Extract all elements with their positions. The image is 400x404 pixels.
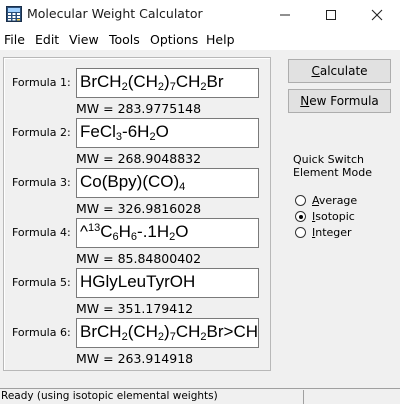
status-text: Ready (using isotopic elemental weights) [1, 390, 218, 402]
formula-5-value: HGlyLeuTyrOH [80, 272, 196, 291]
formula-5-input[interactable]: HGlyLeuTyrOH [76, 268, 259, 298]
new-formula-label: ew Formula [309, 94, 379, 108]
formula-6-label: Formula 6: [12, 326, 71, 339]
title-bar: Molecular Weight Calculator [0, 0, 400, 30]
formula-2-label: Formula 2: [12, 126, 71, 139]
menu-view[interactable]: View [69, 32, 99, 47]
menu-bar: File Edit View Tools Options Help [0, 30, 400, 50]
formula-5-mw: MW = 351.179412 [76, 301, 194, 316]
window-title: Molecular Weight Calculator [27, 6, 203, 21]
close-icon [371, 9, 383, 21]
formula-1-mw: MW = 283.9775148 [76, 101, 202, 116]
menu-edit[interactable]: Edit [35, 32, 59, 47]
formula-3-mw: MW = 326.9816028 [76, 201, 202, 216]
formula-1-input[interactable]: BrCH2(CH2)7CH2Br [76, 68, 259, 98]
formula-3-label: Formula 3: [12, 176, 71, 189]
quick-switch-heading-line1: Quick Switch [293, 153, 364, 166]
minimize-icon [280, 14, 290, 16]
formula-1-value: BrCH2(CH2)7CH2Br [80, 72, 224, 93]
menu-help[interactable]: Help [206, 32, 235, 47]
formula-2-value: FeCl3-6H2O [80, 122, 169, 143]
radio-integer-label: Integer [312, 226, 352, 239]
formula-2-mw: MW = 268.9048832 [76, 151, 202, 166]
menu-file[interactable]: File [4, 32, 25, 47]
minimize-button[interactable] [262, 0, 308, 30]
menu-options[interactable]: Options [150, 32, 198, 47]
formula-1-label: Formula 1: [12, 76, 71, 89]
maximize-button[interactable] [308, 0, 354, 30]
formula-2-input[interactable]: FeCl3-6H2O [76, 118, 259, 148]
new-formula-mnemonic: N [300, 94, 310, 108]
formula-6-input[interactable]: BrCH2(CH2)7CH2Br>CH8 [76, 318, 259, 348]
calculate-mnemonic: C [311, 64, 320, 78]
radio-isotopic-circle[interactable] [295, 211, 306, 222]
close-button[interactable] [354, 0, 400, 30]
status-bar: Ready (using isotopic elemental weights) [0, 388, 400, 404]
status-panel: Ready (using isotopic elemental weights) [0, 390, 304, 404]
maximize-icon [326, 10, 336, 20]
menu-tools[interactable]: Tools [109, 32, 140, 47]
radio-average-label: Average [312, 194, 358, 207]
formula-6-value: BrCH2(CH2)7CH2Br>CH8 [80, 322, 258, 343]
formula-5-label: Formula 5: [12, 276, 71, 289]
new-formula-button[interactable]: New Formula [288, 89, 391, 113]
formula-4-value: ^13C6H6-.1H2O [80, 222, 189, 243]
calculate-button[interactable]: Calculate [288, 59, 391, 83]
calculate-label: alculate [319, 64, 368, 78]
quick-switch-heading-line2: Element Mode [293, 166, 373, 179]
formula-4-input[interactable]: ^13C6H6-.1H2O [76, 218, 259, 248]
formula-3-value: Co(Bpy)(CO)4 [80, 172, 186, 193]
formula-3-input[interactable]: Co(Bpy)(CO)4 [76, 168, 259, 198]
formula-4-mw: MW = 85.84800402 [76, 251, 202, 266]
formula-6-mw: MW = 263.914918 [76, 351, 194, 366]
radio-average-circle[interactable] [295, 195, 306, 206]
formula-4-label: Formula 4: [12, 226, 71, 239]
app-icon [6, 6, 22, 22]
radio-integer-circle[interactable] [295, 227, 306, 238]
radio-isotopic-label: Isotopic [312, 210, 355, 223]
